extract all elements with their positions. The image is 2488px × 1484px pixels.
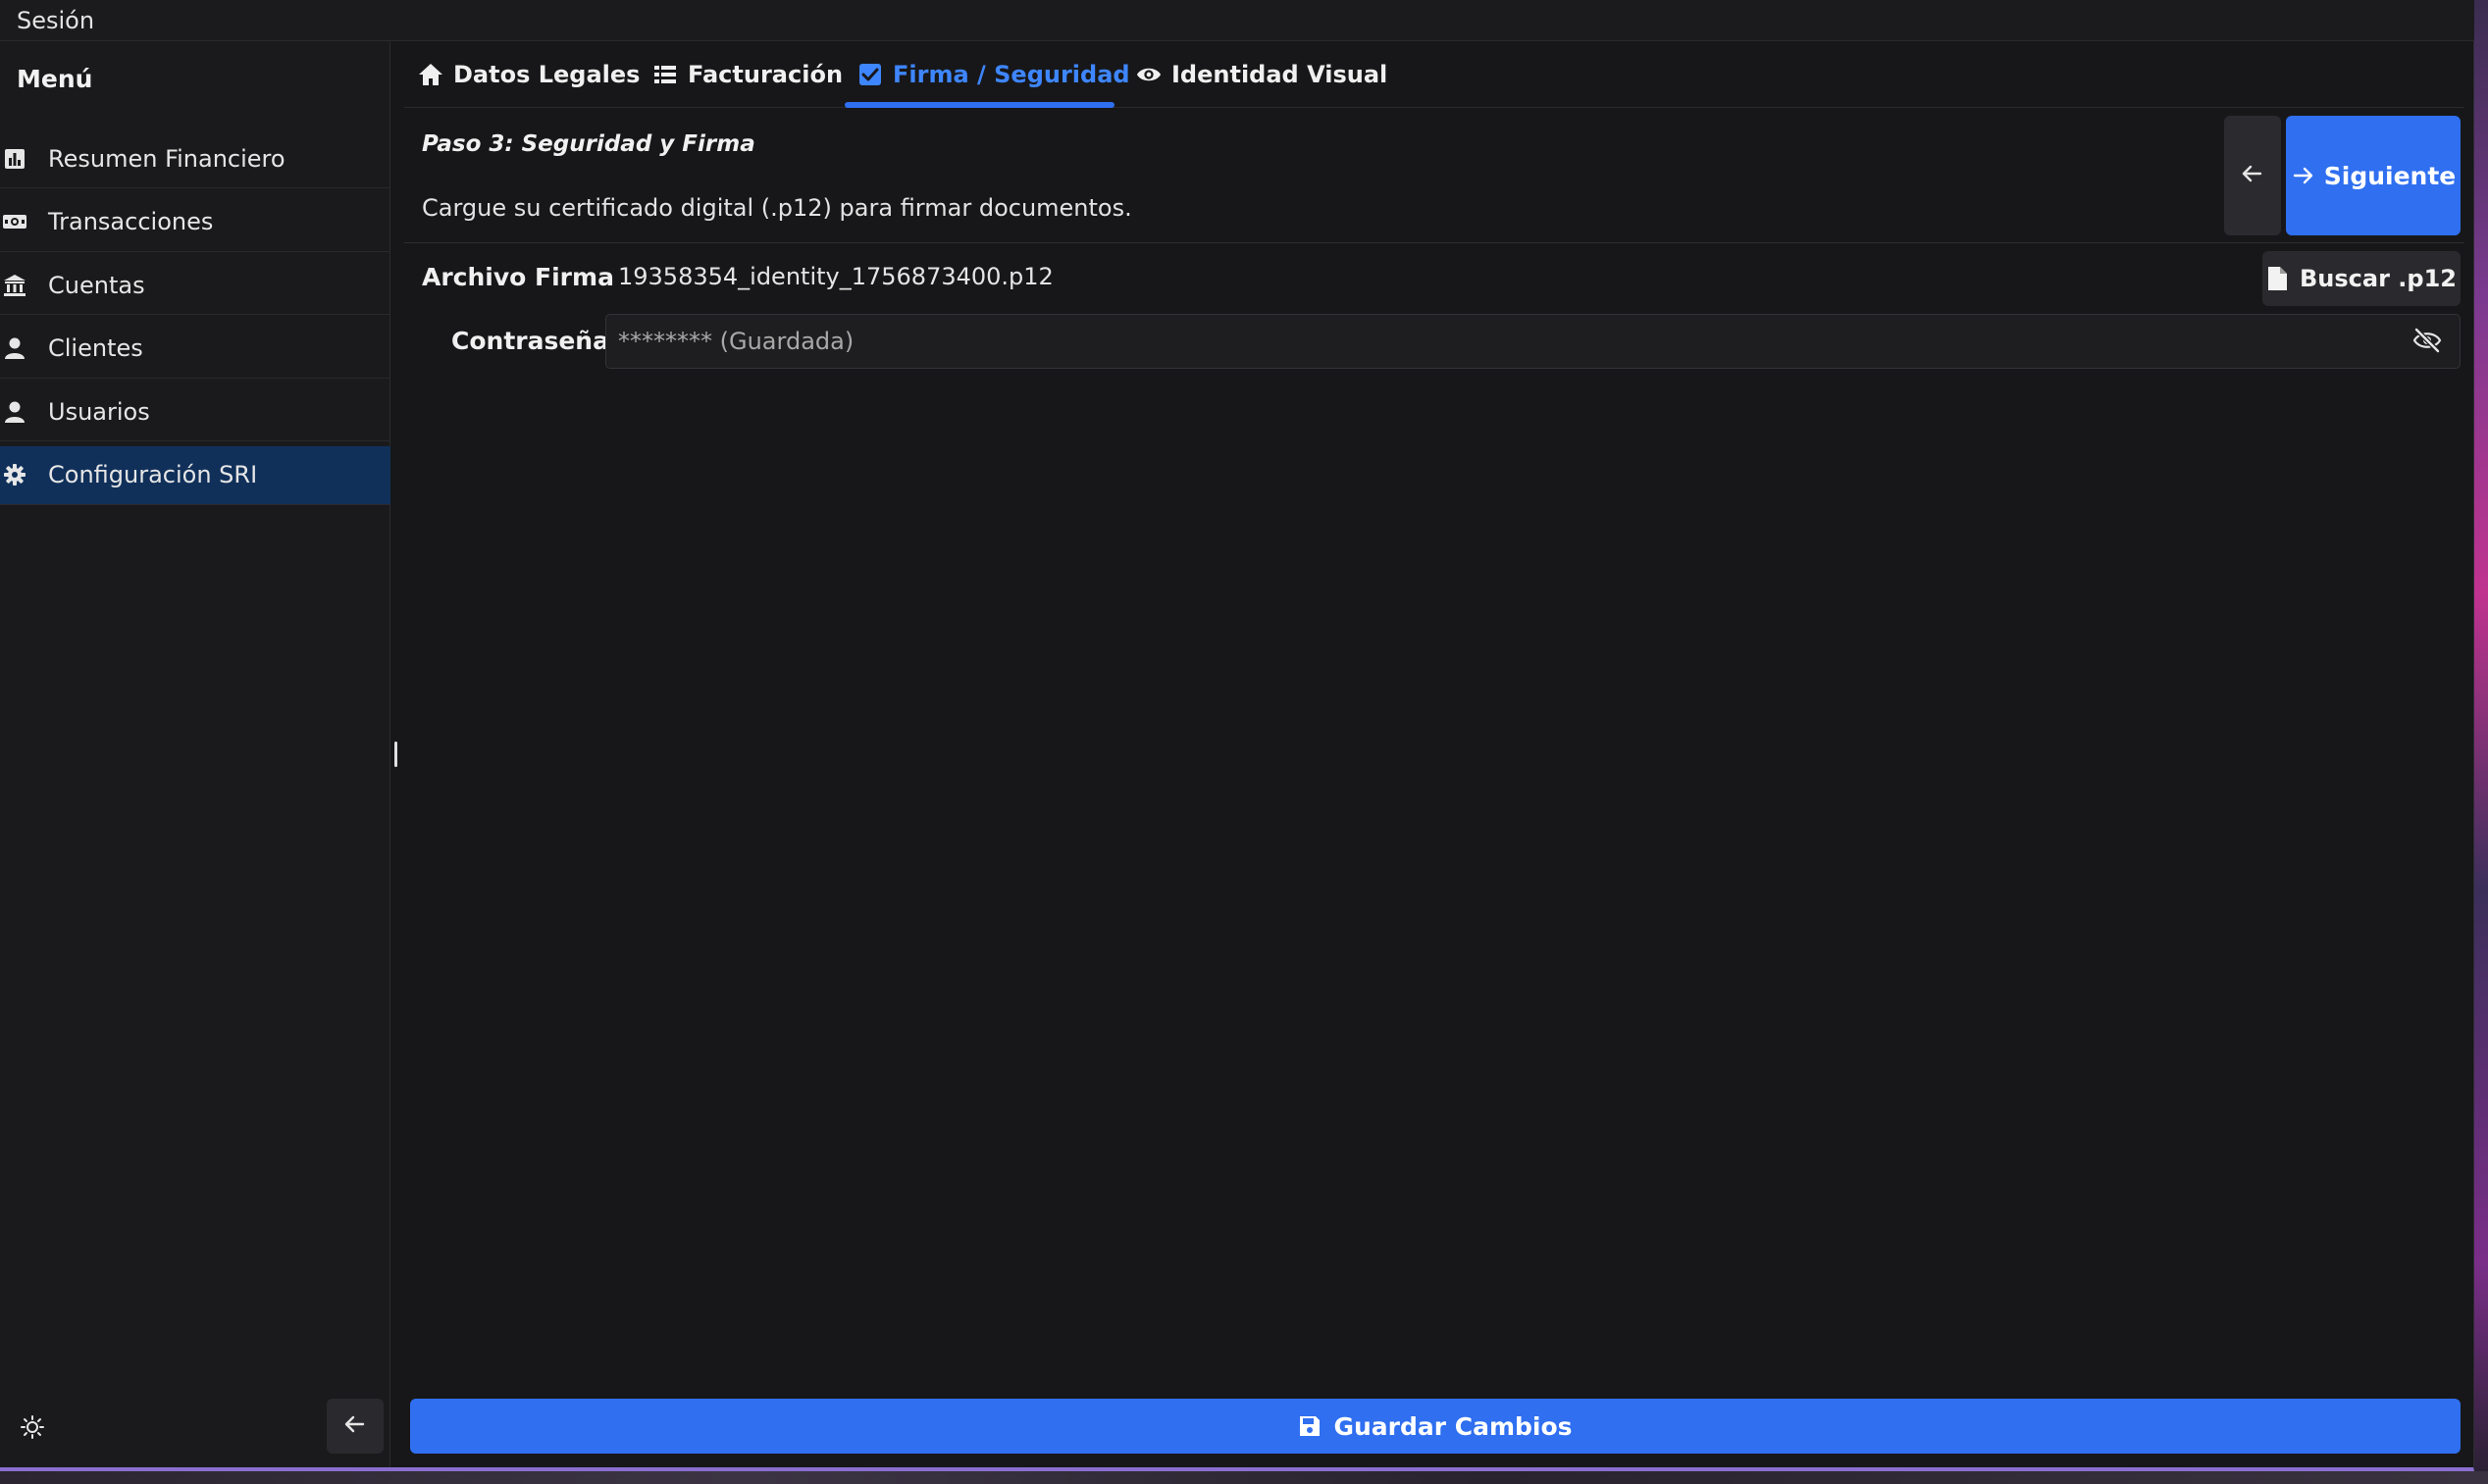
active-tab-indicator [845,102,1114,108]
sidebar-item-cuentas[interactable]: Cuentas [0,256,390,315]
sidebar-nav: Resumen Financiero Transacciones Cuentas… [0,129,390,509]
collapse-sidebar-button[interactable] [327,1399,384,1454]
sun-icon [20,1414,45,1444]
tab-label: Firma / Seguridad [893,61,1130,88]
next-button[interactable]: Siguiente [2286,116,2461,235]
tab-firma-seguridad[interactable]: Firma / Seguridad [857,41,1130,108]
list-icon [652,62,678,87]
file-icon [2266,266,2288,291]
divider [404,242,2464,243]
tab-label: Facturación [688,61,844,88]
sidebar-item-usuarios[interactable]: Usuarios [0,383,390,441]
sidebar-item-label: Cuentas [48,271,145,299]
sidebar-item-resumen-financiero[interactable]: Resumen Financiero [0,129,390,188]
sidebar-resize-handle[interactable] [394,742,397,767]
app-window: Sesión Menú Resumen Financiero Transacci… [0,0,2474,1471]
sidebar-item-label: Usuarios [48,397,150,426]
eye-icon [1136,62,1162,87]
tab-bar: Datos Legales Facturación Firma / Seguri… [404,41,2464,108]
theme-toggle-button[interactable] [18,1414,47,1444]
arrow-left-icon [343,1412,367,1440]
toggle-password-visibility-button[interactable] [2411,328,2443,357]
tab-label: Datos Legales [453,61,641,88]
next-button-label: Siguiente [2323,161,2457,190]
tab-identidad-visual[interactable]: Identidad Visual [1136,41,1387,108]
desktop-background-edge [2474,0,2488,1484]
sidebar-item-label: Transacciones [48,208,214,235]
save-changes-button[interactable]: Guardar Cambios [410,1399,2461,1454]
session-menu[interactable]: Sesión [17,7,94,34]
eye-slash-icon [2412,328,2442,357]
home-icon [418,62,443,87]
sidebar-item-label: Clientes [48,334,143,362]
arrow-left-icon [2241,162,2264,189]
sidebar-item-transacciones[interactable]: Transacciones [0,193,390,252]
user-icon [2,335,27,361]
money-bill-icon [2,209,27,234]
back-button[interactable] [2224,116,2281,235]
tab-label: Identidad Visual [1171,61,1388,88]
sidebar: Menú Resumen Financiero Transacciones Cu… [0,41,390,1467]
sidebar-item-label: Resumen Financiero [48,144,285,173]
file-value: 19358354_identity_1756873400.p12 [618,263,1054,290]
sidebar-item-clientes[interactable]: Clientes [0,320,390,379]
tab-datos-legales[interactable]: Datos Legales [418,41,640,108]
sidebar-item-configuracion-sri[interactable]: Configuración SRI [0,445,390,505]
arrow-right-icon [2291,164,2314,187]
sidebar-title: Menú [17,65,93,93]
gear-icon [2,462,27,487]
user-icon [2,399,27,425]
password-label: Contraseña [451,327,609,355]
titlebar: Sesión [0,0,2474,41]
desktop-background-edge [0,1471,2488,1484]
step-title: Paso 3: Seguridad y Firma [422,131,755,157]
tab-facturacion[interactable]: Facturación [652,41,843,108]
main-panel: Datos Legales Facturación Firma / Seguri… [404,41,2464,1463]
save-icon [1298,1414,1322,1438]
save-button-label: Guardar Cambios [1333,1411,1573,1441]
bar-chart-icon [2,146,27,172]
sidebar-item-label: Configuración SRI [48,461,258,488]
checkbox-icon [857,62,883,87]
bank-icon [2,273,27,298]
browse-button-label: Buscar .p12 [2300,265,2457,292]
browse-p12-button[interactable]: Buscar .p12 [2262,251,2461,306]
password-input[interactable] [605,314,2461,369]
file-label: Archivo Firma [422,263,614,291]
step-description: Cargue su certificado digital (.p12) par… [422,194,1132,222]
